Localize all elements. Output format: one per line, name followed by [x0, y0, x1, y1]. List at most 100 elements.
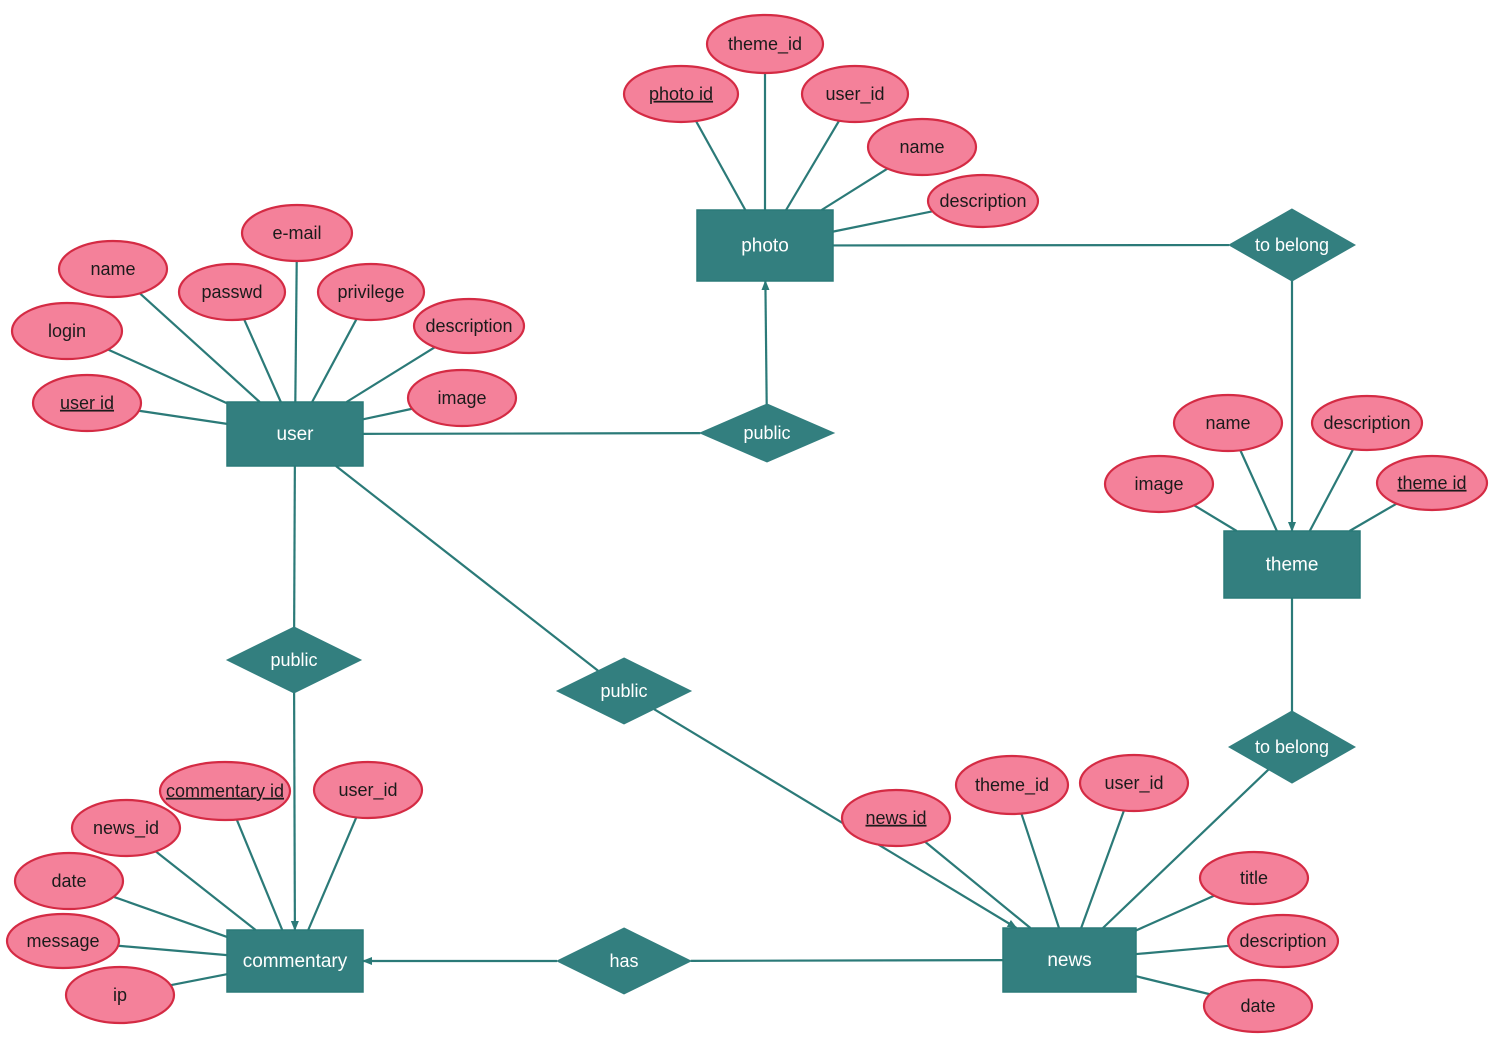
attribute-label: date — [1240, 996, 1275, 1016]
attribute-label: name — [899, 137, 944, 157]
attribute-label: ip — [113, 985, 127, 1005]
relationship-public-user-news[interactable]: public — [555, 657, 693, 725]
attribute-label: theme id — [1397, 473, 1466, 493]
attribute-label: photo id — [649, 84, 713, 104]
attribute-description[interactable]: description — [412, 297, 526, 355]
attribute-label: news_id — [93, 818, 159, 839]
attribute-news-id[interactable]: news_id — [70, 798, 182, 858]
attribute-description[interactable]: description — [1310, 394, 1424, 452]
relationship-label: public — [600, 681, 647, 701]
attribute-label: description — [1239, 931, 1326, 951]
attribute-description[interactable]: description — [926, 173, 1040, 229]
attribute-label: login — [48, 321, 86, 341]
attribute-connector — [138, 409, 228, 425]
attribute-connector — [924, 840, 1032, 929]
attribute-theme-id[interactable]: theme_id — [705, 13, 825, 75]
relationship-label: to belong — [1255, 737, 1329, 757]
attribute-label: image — [1134, 474, 1183, 494]
relationship-connector — [362, 432, 701, 435]
attribute-connector — [362, 407, 413, 421]
attribute-date[interactable]: date — [1202, 978, 1314, 1034]
entity-label: news — [1047, 950, 1091, 971]
attribute-image[interactable]: image — [1103, 454, 1215, 514]
attribute-label: user id — [60, 393, 114, 413]
er-diagram-canvas: to belong public public public to belong has … — [0, 0, 1500, 1050]
entity-theme[interactable]: theme — [1223, 530, 1361, 599]
entity-commentary[interactable]: commentary — [226, 929, 364, 993]
entity-photo[interactable]: photo — [696, 209, 834, 282]
attribute-connector — [1080, 810, 1126, 929]
attribute-user-id[interactable]: user_id — [1078, 753, 1190, 813]
attribute-photo-id[interactable]: photo id — [622, 64, 740, 124]
relationship-to-belong-photo-theme[interactable]: to belong — [1227, 208, 1357, 282]
relationship-to-belong-theme-news[interactable]: to belong — [1227, 710, 1357, 784]
attribute-label: name — [90, 259, 135, 279]
attribute-connector — [307, 816, 358, 931]
entity-label: theme — [1266, 555, 1319, 576]
attribute-connector — [1135, 975, 1211, 996]
relationship-has-news-commentary[interactable]: has — [555, 927, 693, 995]
entity-label: commentary — [243, 951, 348, 972]
attribute-connector — [1239, 449, 1278, 532]
attribute-connector — [832, 210, 933, 233]
attribute-commentary-id[interactable]: commentary id — [158, 760, 292, 822]
relationship-connector — [653, 708, 1018, 929]
attribute-connector — [235, 819, 284, 931]
attribute-date[interactable]: date — [13, 851, 125, 911]
relationship-public-user-photo[interactable]: public — [698, 403, 836, 463]
attribute-connector — [785, 120, 841, 211]
attribute-connector — [155, 850, 257, 931]
attribute-connector — [311, 318, 358, 403]
attribute-user-id[interactable]: user id — [31, 373, 143, 433]
attribute-theme-id[interactable]: theme_id — [954, 754, 1070, 816]
relationship-connector — [290, 692, 299, 931]
attribute-connector — [820, 167, 889, 211]
relationship-public-user-commentary[interactable]: public — [225, 626, 363, 694]
attribute-label: news id — [865, 808, 926, 828]
attribute-label: theme_id — [728, 34, 802, 55]
attribute-connector — [1193, 504, 1238, 532]
relationship-label: public — [743, 423, 790, 443]
attribute-connector — [1135, 944, 1230, 956]
attribute-message[interactable]: message — [5, 912, 121, 970]
attribute-connector — [1348, 502, 1398, 532]
attribute-image[interactable]: image — [406, 368, 518, 428]
attribute-connector — [118, 944, 228, 957]
relationship-label: public — [270, 650, 317, 670]
attribute-e-mail[interactable]: e-mail — [240, 203, 354, 263]
attribute-passwd[interactable]: passwd — [177, 262, 287, 322]
attribute-name[interactable]: name — [866, 117, 978, 177]
attribute-theme-id[interactable]: theme id — [1375, 454, 1489, 512]
attribute-label: user_id — [338, 780, 397, 801]
attribute-layer: photo idtheme_iduser_idnamedescriptionus… — [5, 13, 1489, 1034]
attribute-name[interactable]: name — [57, 239, 169, 299]
attribute-title[interactable]: title — [1198, 850, 1310, 906]
attribute-user-id[interactable]: user_id — [800, 64, 910, 124]
attribute-label: passwd — [201, 282, 262, 302]
relationship-connector — [335, 465, 599, 672]
attribute-name[interactable]: name — [1172, 393, 1284, 453]
attribute-news-id[interactable]: news id — [840, 788, 952, 848]
entity-layer: photo user theme commentary news — [226, 209, 1361, 993]
attribute-label: e-mail — [272, 223, 321, 243]
entity-news[interactable]: news — [1002, 927, 1137, 993]
attribute-connector — [1308, 448, 1355, 532]
attribute-label: title — [1240, 868, 1268, 888]
attribute-user-id[interactable]: user_id — [312, 760, 424, 820]
attribute-label: description — [1323, 413, 1410, 433]
relationship-connector — [293, 465, 296, 628]
attribute-privilege[interactable]: privilege — [316, 262, 426, 322]
attribute-connector — [1020, 813, 1061, 929]
attribute-label: image — [437, 388, 486, 408]
entity-label: user — [277, 424, 315, 445]
attribute-connector — [170, 973, 228, 987]
attribute-label: description — [425, 316, 512, 336]
entity-user[interactable]: user — [226, 401, 364, 467]
attribute-label: date — [51, 871, 86, 891]
attribute-login[interactable]: login — [10, 301, 124, 361]
attribute-ip[interactable]: ip — [64, 965, 176, 1025]
er-diagram-svg: to belongpublicpublicpublicto belonghas … — [5, 13, 1489, 1034]
attribute-label: theme_id — [975, 775, 1049, 796]
attribute-connector — [243, 318, 282, 403]
attribute-description[interactable]: description — [1226, 913, 1340, 969]
